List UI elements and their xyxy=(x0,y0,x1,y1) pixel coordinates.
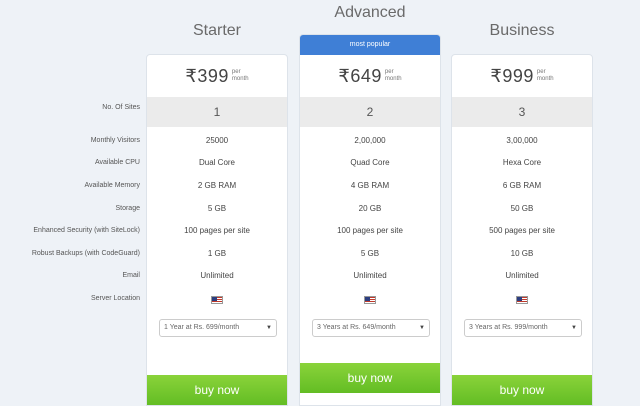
sites-value: 1 xyxy=(147,97,287,127)
sites-value: 2 xyxy=(300,97,440,127)
sites-value: 3 xyxy=(452,97,592,127)
buy-now-button[interactable]: buy now xyxy=(452,375,592,405)
plan-title-starter: Starter xyxy=(192,22,241,39)
label-location: Server Location xyxy=(90,295,140,302)
label-visitors: Monthly Visitors xyxy=(90,137,140,144)
price-period: per month xyxy=(231,69,249,82)
term-select-value: 1 Year at Rs. 699/month xyxy=(164,324,240,331)
security-value: 100 pages per site xyxy=(337,226,403,235)
term-select[interactable]: 1 Year at Rs. 699/month ▼ xyxy=(159,319,277,337)
plan-title-business: Business xyxy=(489,22,555,39)
price-block: ₹399 per month xyxy=(147,55,287,97)
email-value: Unlimited xyxy=(353,271,387,280)
plan-card-advanced: most popular ₹649 per month 2 2,00,000 Qu… xyxy=(299,34,441,406)
plan-card-business: ₹999 per month 3 3,00,000 Hexa Core 6 GB … xyxy=(451,54,593,406)
price-amount: ₹649 xyxy=(338,65,382,86)
label-cpu: Available CPU xyxy=(94,159,140,166)
price-period: per month xyxy=(384,69,402,82)
buy-now-button[interactable]: buy now xyxy=(147,375,287,405)
label-sites: No. Of Sites xyxy=(102,104,140,111)
cpu-value: Hexa Core xyxy=(502,158,542,167)
storage-value: 20 GB xyxy=(358,204,382,213)
chevron-down-icon: ▼ xyxy=(266,325,272,331)
visitors-value: 3,00,000 xyxy=(506,136,538,145)
price-amount: ₹999 xyxy=(490,65,534,86)
label-backups: Robust Backups (with CodeGuard) xyxy=(31,250,140,257)
price-block: ₹649 per month xyxy=(300,55,440,97)
security-value: 100 pages per site xyxy=(184,226,250,235)
memory-value: 6 GB RAM xyxy=(502,181,542,190)
price-period: per month xyxy=(536,69,554,82)
most-popular-badge: most popular xyxy=(300,35,440,55)
backups-value: 1 GB xyxy=(207,249,227,258)
term-select[interactable]: 3 Years at Rs. 649/month ▼ xyxy=(312,319,430,337)
price-block: ₹999 per month xyxy=(452,55,592,97)
price-amount: ₹399 xyxy=(185,65,229,86)
security-value: 500 pages per site xyxy=(489,226,555,235)
backups-value: 10 GB xyxy=(510,249,534,258)
memory-value: 4 GB RAM xyxy=(350,181,390,190)
buy-now-button[interactable]: buy now xyxy=(300,363,440,393)
backups-value: 5 GB xyxy=(360,249,380,258)
cpu-value: Quad Core xyxy=(350,158,390,167)
label-email: Email xyxy=(122,272,140,279)
term-select-value: 3 Years at Rs. 649/month xyxy=(317,324,396,331)
chevron-down-icon: ▼ xyxy=(571,325,577,331)
storage-value: 5 GB xyxy=(207,204,227,213)
term-select[interactable]: 3 Years at Rs. 999/month ▼ xyxy=(464,319,582,337)
chevron-down-icon: ▼ xyxy=(419,325,425,331)
storage-value: 50 GB xyxy=(510,204,534,213)
visitors-value: 25000 xyxy=(205,136,229,145)
term-select-value: 3 Years at Rs. 999/month xyxy=(469,324,548,331)
us-flag-icon xyxy=(211,296,223,304)
email-value: Unlimited xyxy=(505,271,539,280)
visitors-value: 2,00,000 xyxy=(354,136,386,145)
label-storage: Storage xyxy=(115,205,140,212)
us-flag-icon xyxy=(516,296,528,304)
label-memory: Available Memory xyxy=(84,182,140,189)
plan-title-advanced: Advanced xyxy=(334,4,406,21)
label-security: Enhanced Security (with SiteLock) xyxy=(33,227,140,234)
us-flag-icon xyxy=(364,296,376,304)
cpu-value: Dual Core xyxy=(198,158,235,167)
plan-card-starter: ₹399 per month 1 25000 Dual Core 2 GB RAM… xyxy=(146,54,288,406)
email-value: Unlimited xyxy=(200,271,234,280)
memory-value: 2 GB RAM xyxy=(197,181,237,190)
